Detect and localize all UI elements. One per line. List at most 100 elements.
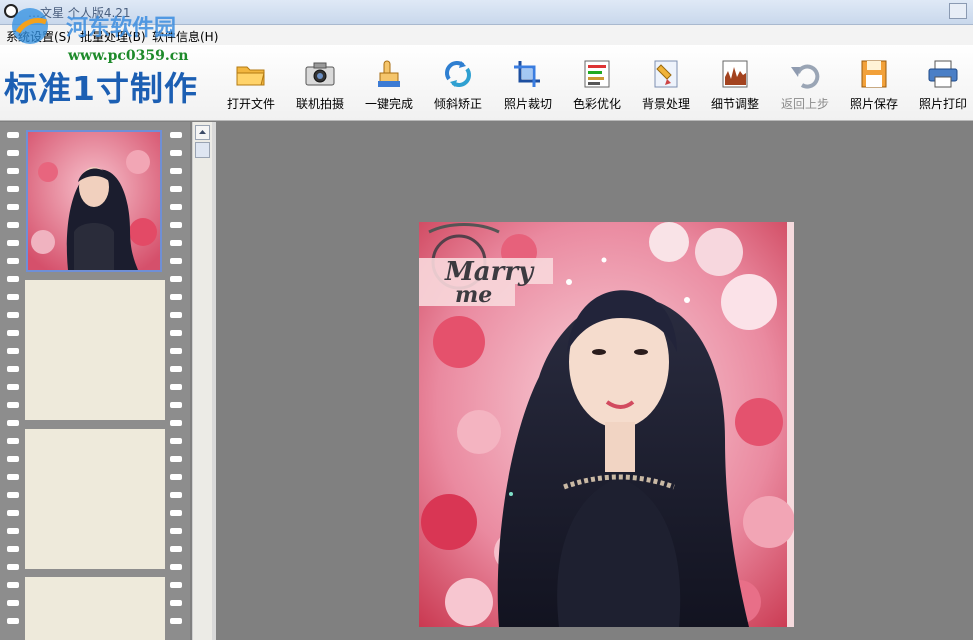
film-sprocket-hole — [170, 456, 182, 462]
camera-icon — [305, 62, 335, 86]
watermark-logo-icon — [12, 8, 48, 44]
film-sprocket-hole — [170, 546, 182, 552]
film-sprocket-hole — [170, 168, 182, 174]
watermark-site-name: 河东软件园 — [66, 15, 177, 41]
film-sprocket-hole — [7, 348, 19, 354]
background-process-button[interactable]: 背景处理 — [632, 59, 700, 112]
tilt-correction-label: 倾斜矫正 — [433, 97, 482, 111]
film-sprocket-hole — [170, 150, 182, 156]
banner-title: 标准1寸制作 — [4, 69, 198, 108]
film-sprocket-hole — [7, 528, 19, 534]
film-sprocket-hole — [170, 366, 182, 372]
film-sprocket-hole — [170, 492, 182, 498]
film-sprocket-hole — [170, 348, 182, 354]
film-sprocket-hole — [170, 474, 182, 480]
portrait-image: Marry me — [419, 222, 794, 627]
film-sprocket-hole — [7, 186, 19, 192]
tethered-shoot-button[interactable]: 联机拍摄 — [286, 59, 354, 112]
film-sprocket-hole — [170, 438, 182, 444]
brush-icon — [654, 60, 678, 88]
film-sprocket-hole — [7, 420, 19, 426]
film-sprocket-hole — [170, 294, 182, 300]
crop-icon — [514, 61, 540, 87]
one-click-complete-label: 一键完成 — [364, 97, 413, 111]
film-sprocket-hole — [170, 258, 182, 264]
film-sprocket-hole — [7, 492, 19, 498]
detail-adjust-label: 细节调整 — [710, 97, 759, 111]
photo-crop-button[interactable]: 照片裁切 — [494, 59, 562, 112]
color-optimize-label: 色彩优化 — [572, 97, 621, 111]
histogram-icon — [722, 60, 748, 88]
film-sprocket-hole — [170, 276, 182, 282]
undo-button[interactable]: 返回上步 — [771, 59, 839, 112]
filmstrip-thumbnail-1[interactable] — [26, 130, 162, 272]
save-photo-button[interactable]: 照片保存 — [840, 59, 908, 112]
filmstrip-frame-4[interactable] — [25, 577, 165, 640]
film-sprocket-hole — [170, 186, 182, 192]
film-sprocket-hole — [7, 618, 19, 624]
tethered-shoot-label: 联机拍摄 — [295, 97, 344, 111]
scroll-up-button[interactable] — [195, 125, 210, 140]
film-sprocket-hole — [170, 528, 182, 534]
print-photo-button[interactable]: 照片打印 — [909, 59, 973, 112]
open-file-button[interactable]: 打开文件 — [217, 59, 285, 112]
filmstrip-frame-3[interactable] — [25, 429, 165, 569]
film-sprocket-hole — [7, 276, 19, 282]
printer-icon — [928, 60, 958, 88]
film-sprocket-hole — [170, 600, 182, 606]
film-sprocket-hole — [7, 258, 19, 264]
filmstrip-frame-2[interactable] — [25, 280, 165, 420]
film-sprocket-hole — [7, 366, 19, 372]
film-sprocket-hole — [7, 168, 19, 174]
film-sprocket-hole — [170, 222, 182, 228]
close-button[interactable] — [949, 3, 967, 19]
film-sprocket-hole — [7, 510, 19, 516]
film-sprocket-hole — [170, 312, 182, 318]
film-sprocket-hole — [170, 420, 182, 426]
rotate-arrows-icon — [445, 61, 471, 87]
film-sprocket-hole — [170, 204, 182, 210]
main-photo[interactable]: Marry me — [419, 222, 794, 627]
film-sprocket-hole — [7, 474, 19, 480]
background-process-label: 背景处理 — [641, 97, 690, 111]
film-sprocket-hole — [7, 150, 19, 156]
film-sprocket-hole — [170, 618, 182, 624]
thumbnail-photo — [28, 132, 160, 270]
film-sprocket-hole — [7, 132, 19, 138]
film-sprocket-hole — [7, 240, 19, 246]
film-sprocket-hole — [7, 294, 19, 300]
film-sprocket-hole — [7, 330, 19, 336]
film-sprocket-hole — [7, 402, 19, 408]
film-sprocket-hole — [7, 438, 19, 444]
color-optimize-button[interactable]: 色彩优化 — [563, 59, 631, 112]
chevron-up-icon — [199, 130, 206, 134]
hand-pointer-icon — [378, 60, 400, 87]
film-sprocket-hole — [170, 330, 182, 336]
one-click-complete-button[interactable]: 一键完成 — [355, 59, 423, 112]
scroll-thumb[interactable] — [195, 142, 210, 158]
film-sprocket-hole — [7, 582, 19, 588]
film-sprocket-hole — [170, 132, 182, 138]
watermark-url: www.pc0359.cn — [68, 48, 189, 64]
undo-arrow-icon — [791, 64, 820, 89]
film-sprocket-hole — [170, 384, 182, 390]
film-sprocket-hole — [170, 564, 182, 570]
filmstrip-scrollbar[interactable] — [192, 122, 213, 640]
film-sprocket-hole — [7, 456, 19, 462]
film-sprocket-hole — [170, 402, 182, 408]
film-sprocket-hole — [7, 600, 19, 606]
save-photo-label: 照片保存 — [849, 97, 898, 111]
film-sprocket-hole — [7, 546, 19, 552]
undo-label: 返回上步 — [780, 97, 829, 111]
film-sprocket-hole — [7, 564, 19, 570]
film-sprocket-hole — [7, 312, 19, 318]
film-sprocket-hole — [170, 582, 182, 588]
filmstrip — [0, 122, 190, 640]
film-sprocket-hole — [170, 240, 182, 246]
tilt-correction-button[interactable]: 倾斜矫正 — [424, 59, 492, 112]
photo-crop-label: 照片裁切 — [503, 97, 552, 111]
film-sprocket-hole — [7, 384, 19, 390]
film-sprocket-hole — [7, 204, 19, 210]
print-photo-label: 照片打印 — [918, 97, 967, 111]
detail-adjust-button[interactable]: 细节调整 — [701, 59, 769, 112]
